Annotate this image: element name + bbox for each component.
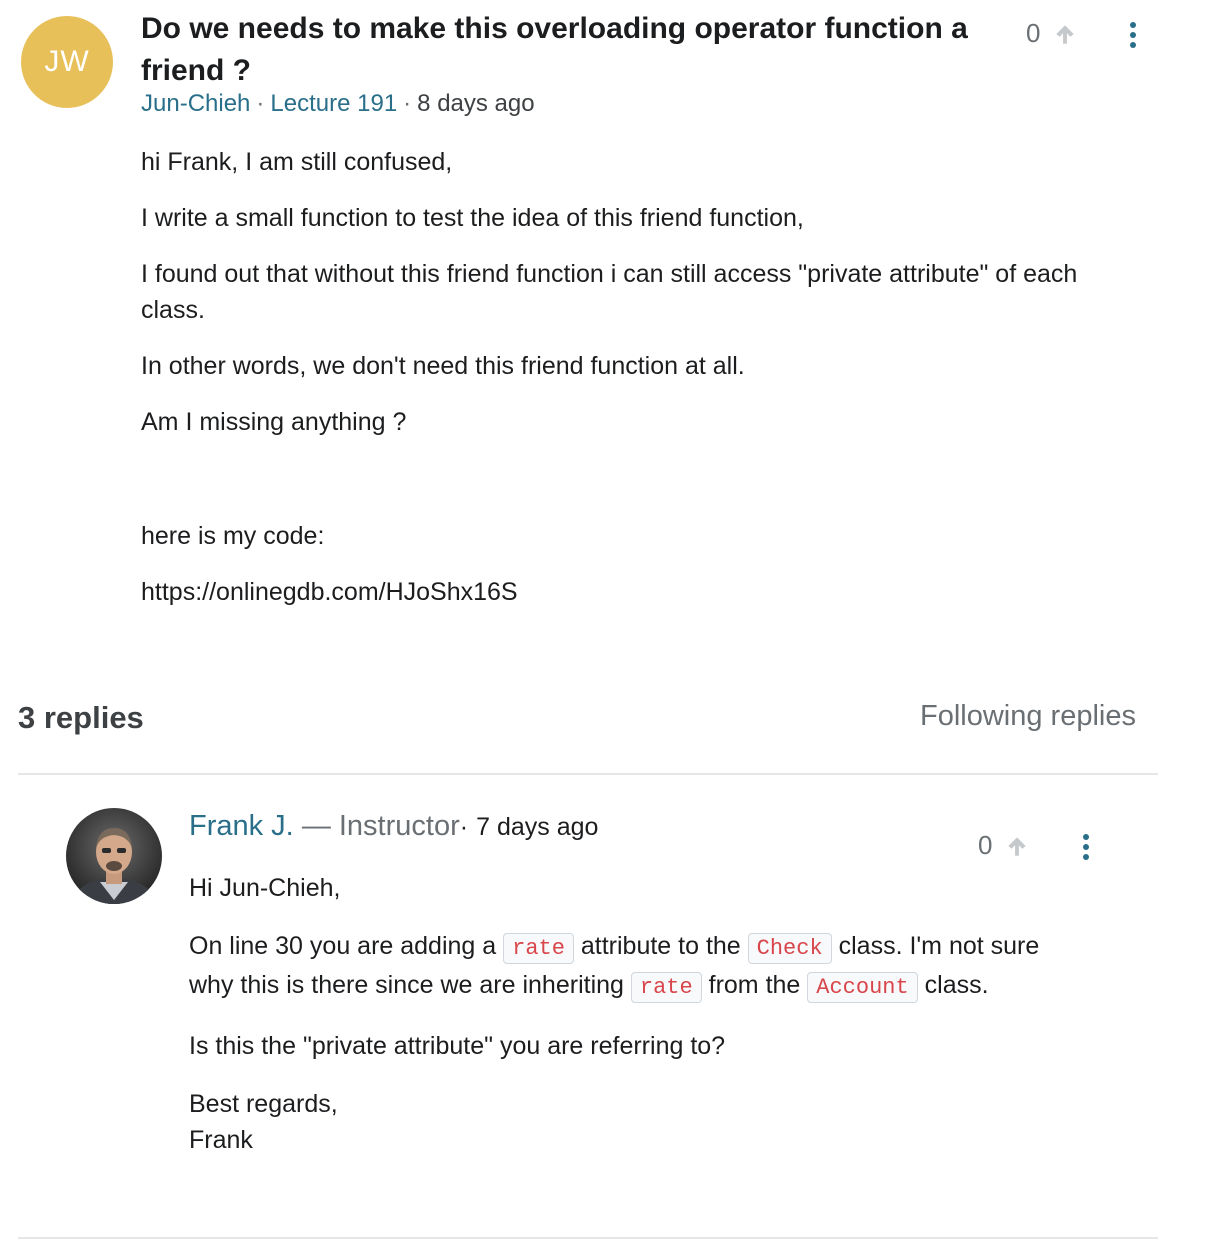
reply-paragraph: On line 30 you are adding a rate attribu… [189,928,1089,1006]
dot [1083,854,1089,860]
reply-author-link[interactable]: Frank J. [189,810,294,842]
reply-text: from the [701,971,808,999]
instructor-badge: — Instructor [301,810,460,842]
divider [18,1237,1158,1239]
question-paragraph: hi Frank, I am still confused, [141,148,453,176]
question-author-link[interactable]: Jun-Chieh [141,90,250,117]
arrow-up-icon[interactable] [1052,21,1078,47]
reply-vote: 0 [978,830,1030,861]
dot [1130,32,1136,38]
reply-text: attribute to the [573,932,748,960]
reply-timestamp: 7 days ago [476,813,599,841]
signature-line: Frank [189,1126,253,1154]
lecture-link[interactable]: Lecture 191 [270,90,397,117]
reply-text: class. [917,971,989,999]
inline-code: Check [747,933,832,964]
question-title: Do we needs to make this overloading ope… [141,12,968,87]
replies-count: 3 replies [18,700,144,735]
inline-code: rate [630,972,702,1003]
reply-paragraph: Is this the "private attribute" you are … [189,1032,726,1060]
meta-separator: · [256,90,265,117]
reply-more-icon[interactable] [1082,834,1090,860]
question-vote: 0 [1026,18,1078,49]
reply-greeting: Hi Jun-Chieh, [189,874,341,902]
question-author-avatar[interactable]: JW [21,16,113,108]
question-paragraph: Am I missing anything ? [141,408,407,436]
reply-body: Hi Jun-Chieh, On line 30 you are adding … [189,870,1089,1158]
question-paragraph: In other words, we don't need this frien… [141,352,745,380]
divider [18,773,1158,775]
dot [1083,834,1089,840]
avatar-initials: JW [44,45,90,78]
inline-code: Account [807,972,918,1003]
reply-signature: Best regards, Frank [189,1086,1089,1158]
meta-separator: · [403,90,412,117]
reply-vote-count: 0 [978,830,993,860]
question-body: hi Frank, I am still confused, I write a… [141,144,1141,630]
question-meta: Jun-Chieh · Lecture 191 · 8 days ago [141,90,535,118]
question-timestamp: 8 days ago [417,90,535,117]
reply-author-avatar[interactable] [66,808,162,904]
arrow-up-icon[interactable] [1004,833,1030,859]
signature-line: Best regards, [189,1090,338,1118]
following-replies-button[interactable]: Following replies [920,700,1136,733]
dot [1130,22,1136,28]
meta-separator: · [459,813,469,841]
reply-header: Frank J. — Instructor· 7 days ago [189,810,598,843]
question-paragraph: I found out that without this friend fun… [141,260,1078,324]
instructor-photo [66,808,162,904]
dot [1130,42,1136,48]
inline-code: rate [503,933,574,964]
question-more-icon[interactable] [1129,22,1137,48]
code-link[interactable]: https://onlinegdb.com/HJoShx16S [141,574,1141,610]
dot [1083,844,1089,850]
question-paragraph: I write a small function to test the ide… [141,204,804,232]
question-paragraph: here is my code: [141,522,325,550]
question-vote-count: 0 [1026,18,1041,48]
reply-text: On line 30 you are adding a [189,932,504,960]
